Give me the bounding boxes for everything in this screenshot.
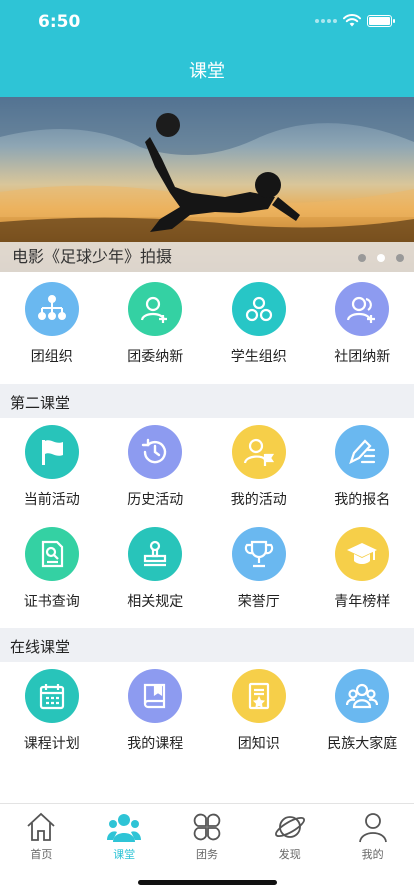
person-icon — [358, 813, 387, 843]
grid-item-label: 青年榜样 — [334, 594, 391, 610]
grid-item-label: 证书查询 — [23, 594, 80, 610]
grid-item-my-activities[interactable]: 我的活动 — [207, 425, 311, 509]
grid-item-my-registration[interactable]: 我的报名 — [311, 425, 414, 509]
tab-label: 团务 — [195, 848, 218, 861]
banner-pager[interactable] — [358, 254, 404, 262]
edit-list-icon — [335, 425, 390, 479]
battery-icon — [367, 14, 395, 27]
pager-dot-active[interactable] — [377, 254, 385, 262]
status-time: 6:50 — [38, 12, 81, 32]
pager-dot[interactable] — [396, 254, 404, 262]
group-circles-icon — [231, 282, 286, 336]
grid-item-regulations[interactable]: 相关规定 — [104, 527, 208, 611]
grid-item-label: 社团纳新 — [334, 349, 391, 365]
wifi-icon — [343, 14, 361, 27]
online-classroom-grid: 课程计划 我的课程 团知识 民族大家庭 — [0, 669, 414, 753]
grid-item-history-activities[interactable]: 历史活动 — [104, 425, 208, 509]
pager-dot[interactable] — [358, 254, 366, 262]
certificate-search-icon — [24, 527, 79, 581]
section-header-online-classroom: 在线课堂 — [0, 628, 414, 662]
grid-item-label: 团知识 — [237, 736, 280, 752]
tab-mine[interactable]: 我的 — [331, 804, 414, 896]
home-indicator — [138, 880, 277, 885]
grid-item-current-activities[interactable]: 当前活动 — [0, 425, 104, 509]
grid-item-course-plan[interactable]: 课程计划 — [0, 669, 104, 753]
status-icons — [315, 14, 395, 27]
banner-carousel[interactable]: 电影《足球少年》拍摄 — [0, 97, 414, 272]
grid-item-label: 团委纳新 — [127, 349, 184, 365]
user-add-icon — [128, 282, 183, 336]
book-icon — [128, 669, 183, 723]
grid-item-label: 课程计划 — [23, 736, 80, 752]
grid-item-label: 我的报名 — [334, 492, 391, 508]
second-classroom-grid-row2: 证书查询 相关规定 荣誉厅 青年榜样 — [0, 527, 414, 611]
banner-caption: 电影《足球少年》拍摄 — [12, 247, 173, 266]
grid-item-label: 民族大家庭 — [327, 736, 398, 752]
org-chart-icon — [24, 282, 79, 336]
stamp-icon — [128, 527, 183, 581]
grid-item-youth-models[interactable]: 青年榜样 — [311, 527, 414, 611]
home-icon — [27, 812, 56, 841]
grid-item-honor-hall[interactable]: 荣誉厅 — [207, 527, 311, 611]
grid-item-label: 学生组织 — [230, 349, 287, 365]
tab-home[interactable]: 首页 — [0, 804, 83, 896]
signal-icon — [315, 18, 337, 23]
document-star-icon — [231, 669, 286, 723]
grid-item-my-courses[interactable]: 我的课程 — [104, 669, 208, 753]
grid-item-label: 我的课程 — [127, 736, 184, 752]
grid-item-shetuan-naxin[interactable]: 社团纳新 — [311, 282, 414, 366]
history-icon — [128, 425, 183, 479]
user-flag-icon — [231, 425, 286, 479]
tab-label: 首页 — [30, 848, 53, 861]
planet-icon — [274, 816, 305, 838]
page-title: 课堂 — [189, 61, 225, 82]
grid-item-certificate-search[interactable]: 证书查询 — [0, 527, 104, 611]
classroom-icon — [107, 814, 142, 842]
tab-label: 我的 — [361, 848, 384, 861]
section-title: 在线课堂 — [10, 638, 71, 656]
status-bar: 6:50 — [0, 0, 414, 44]
grid-item-xuesheng-zuzhi[interactable]: 学生组织 — [207, 282, 311, 366]
grid-item-label: 荣誉厅 — [237, 594, 280, 610]
second-classroom-grid-row1: 当前活动 历史活动 我的活动 我的报名 — [0, 425, 414, 509]
tab-label: 发现 — [278, 848, 301, 861]
calendar-icon — [24, 669, 79, 723]
grid-item-label: 团组织 — [30, 349, 73, 365]
grid-item-label: 我的活动 — [230, 492, 287, 508]
grid-item-tuan-zuzhi[interactable]: 团组织 — [0, 282, 104, 366]
grid-item-tuanwei-naxin[interactable]: 团委纳新 — [104, 282, 208, 366]
grid-item-label: 历史活动 — [127, 492, 184, 508]
top-function-grid: 团组织 团委纳新 学生组织 社团纳新 — [0, 282, 414, 366]
trophy-icon — [231, 527, 286, 581]
graduation-cap-icon — [335, 527, 390, 581]
flag-icon — [24, 425, 79, 479]
grid-item-label: 当前活动 — [23, 492, 80, 508]
grid-item-ethnic-family[interactable]: 民族大家庭 — [311, 669, 414, 753]
section-title: 第二课堂 — [10, 394, 71, 412]
nav-bar: 课堂 — [0, 44, 414, 97]
users-add-icon — [335, 282, 390, 336]
grid-item-label: 相关规定 — [127, 594, 184, 610]
family-icon — [335, 669, 390, 723]
section-header-second-classroom: 第二课堂 — [0, 384, 414, 418]
grid-item-league-knowledge[interactable]: 团知识 — [207, 669, 311, 753]
tab-label: 课堂 — [113, 848, 136, 861]
grid-petals-icon — [193, 813, 221, 841]
